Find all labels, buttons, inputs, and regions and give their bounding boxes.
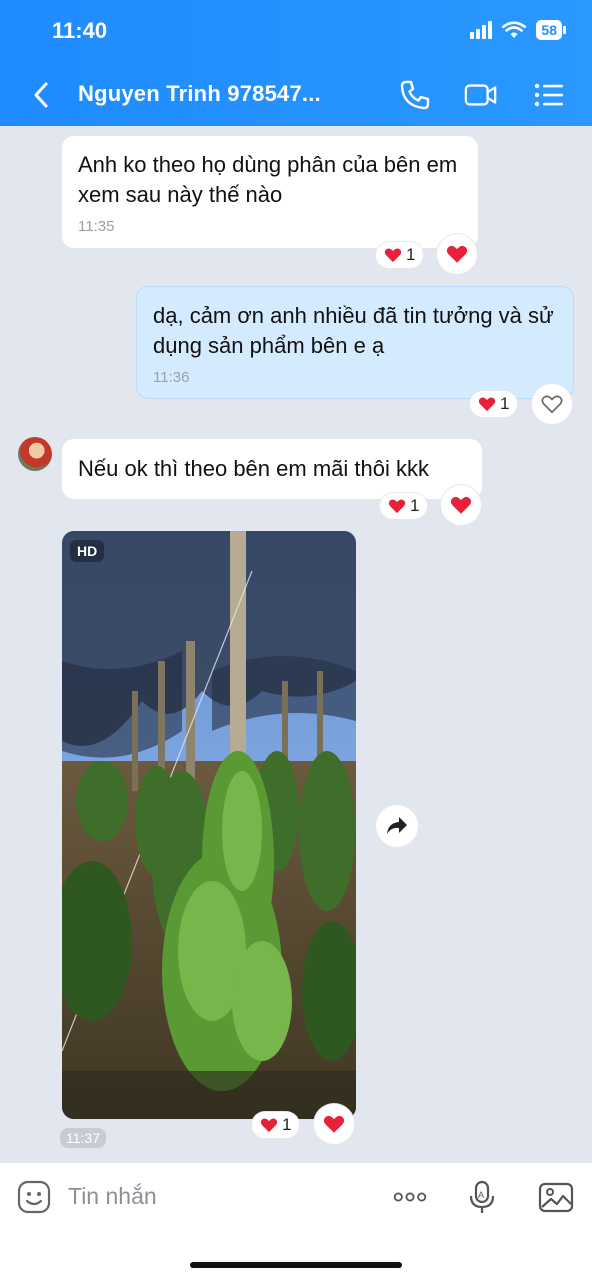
pepper-farm-photo <box>62 531 356 1119</box>
heart-icon <box>388 499 406 514</box>
conversation-title[interactable]: Nguyen Trinh 978547... <box>78 81 321 107</box>
message-text: dạ, cảm ơn anh nhiều đã tin tưởng và sử … <box>153 303 554 358</box>
heart-icon <box>478 397 496 412</box>
share-icon <box>387 817 407 834</box>
message-text: Nếu ok thì theo bên em mãi thôi kkk <box>78 456 429 481</box>
video-call-icon[interactable] <box>464 78 498 112</box>
reaction-count[interactable]: 1 <box>252 1112 300 1138</box>
reaction-count[interactable]: 1 <box>376 242 424 268</box>
menu-icon[interactable] <box>532 78 566 112</box>
status-time: 11:40 <box>52 18 108 43</box>
heart-icon <box>450 496 472 514</box>
chat-header: 11:40 58 Nguyen Trinh 978547... <box>0 0 592 126</box>
hd-badge: HD <box>70 540 105 562</box>
more-icon[interactable] <box>392 1179 428 1215</box>
reaction-count[interactable]: 1 <box>470 391 518 417</box>
microphone-icon[interactable]: A <box>464 1179 500 1215</box>
message-bubble-incoming[interactable]: Nếu ok thì theo bên em mãi thôi kkk <box>62 439 482 499</box>
svg-text:A: A <box>478 1190 484 1200</box>
react-button[interactable] <box>314 1104 354 1144</box>
phone-icon[interactable] <box>398 78 432 112</box>
image-icon[interactable] <box>538 1179 574 1215</box>
message-bubble-incoming[interactable]: Anh ko theo họ dùng phân của bên em xem … <box>62 136 478 248</box>
back-icon[interactable] <box>30 80 54 110</box>
heart-icon <box>446 245 468 263</box>
heart-icon <box>260 1118 278 1133</box>
home-indicator <box>190 1262 402 1268</box>
photo-message[interactable]: HD <box>62 531 356 1119</box>
status-icons: 58 <box>470 20 566 40</box>
message-time: 11:36 <box>153 369 190 386</box>
battery-indicator: 58 <box>536 20 566 40</box>
nav-bar: Nguyen Trinh 978547... <box>0 66 592 124</box>
photo-time: 11:37 <box>60 1128 106 1148</box>
signal-icon <box>470 21 493 39</box>
react-button[interactable] <box>441 485 481 525</box>
heart-icon <box>323 1115 345 1133</box>
wifi-icon <box>502 21 527 38</box>
react-button[interactable] <box>532 384 572 424</box>
message-input[interactable]: Tin nhắn <box>68 1183 157 1210</box>
message-bubble-outgoing[interactable]: dạ, cảm ơn anh nhiều đã tin tưởng và sử … <box>136 286 574 399</box>
message-text: Anh ko theo họ dùng phân của bên em xem … <box>78 152 458 207</box>
message-time: 11:35 <box>78 218 115 235</box>
heart-outline-icon <box>541 395 563 414</box>
heart-icon <box>384 248 402 263</box>
share-button[interactable] <box>376 805 418 847</box>
reaction-count[interactable]: 1 <box>380 493 428 519</box>
emoji-icon[interactable] <box>16 1179 52 1215</box>
avatar[interactable] <box>18 437 52 471</box>
react-button[interactable] <box>437 234 477 274</box>
